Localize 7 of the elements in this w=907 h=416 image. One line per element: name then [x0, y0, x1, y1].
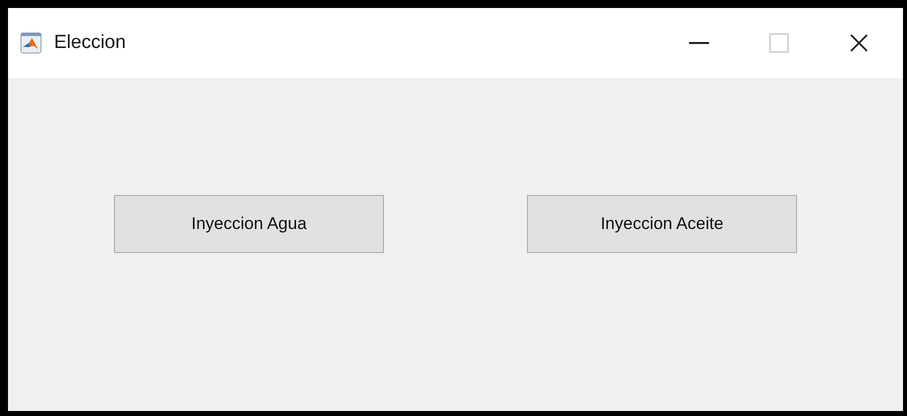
- action-button[interactable]: Inyeccion Aceite: [527, 195, 797, 253]
- action-button[interactable]: Inyeccion Agua: [114, 195, 384, 253]
- close-icon: [849, 33, 869, 53]
- minimize-icon: [689, 42, 709, 44]
- app-icon: [20, 32, 42, 54]
- window-title: Eleccion: [54, 30, 126, 55]
- maximize-icon: [769, 33, 789, 53]
